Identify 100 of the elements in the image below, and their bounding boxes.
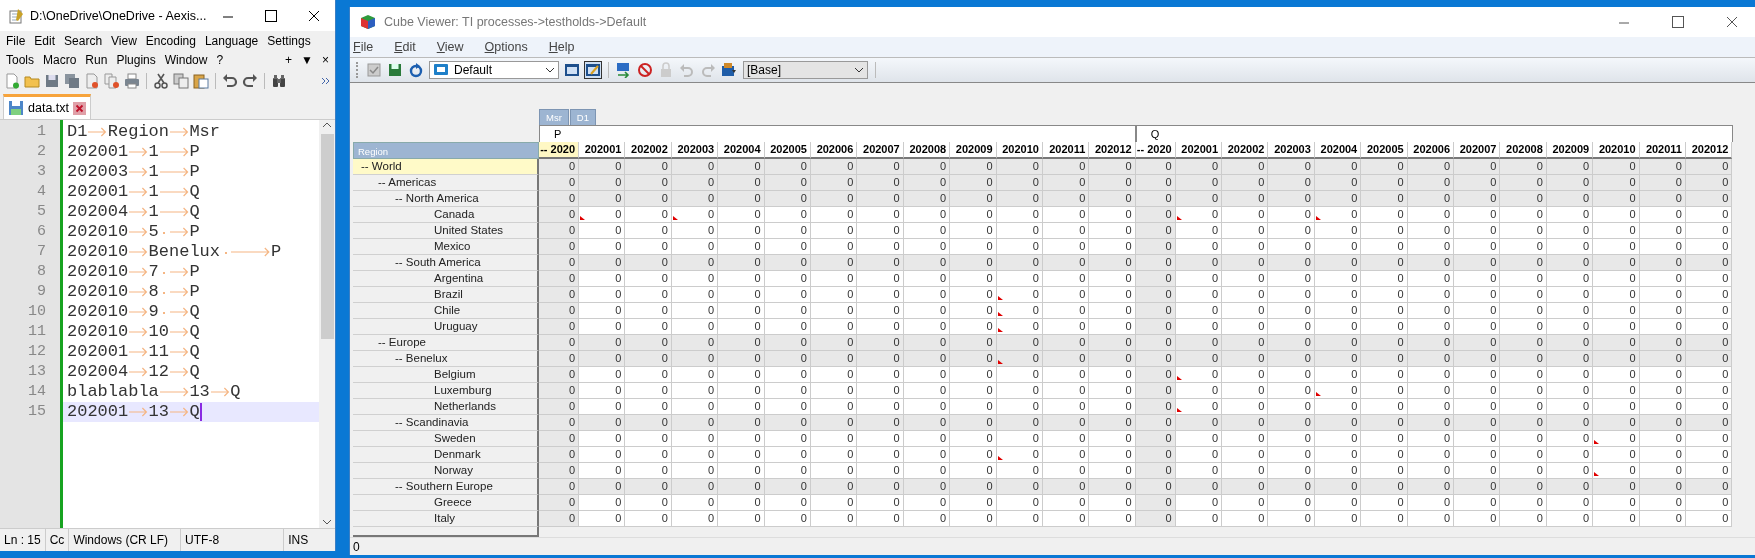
menu-item[interactable]: Encoding [145, 33, 196, 48]
maximize-icon[interactable] [263, 8, 278, 23]
menu-control[interactable]: + [285, 52, 293, 67]
row-header[interactable]: United States [353, 223, 539, 239]
column-header[interactable]: 202003 [1268, 142, 1315, 159]
row-header[interactable]: -- Benelux [353, 351, 539, 367]
new-file-icon[interactable] [4, 73, 20, 89]
column-header[interactable]: 202011 [1639, 142, 1686, 159]
row-header[interactable]: Brazil [353, 287, 539, 303]
scissors-icon[interactable] [153, 73, 169, 89]
row-header[interactable]: Argentina [353, 271, 539, 287]
menu-item[interactable]: Help [548, 40, 575, 54]
row-header[interactable]: Denmark [353, 447, 539, 463]
row-header[interactable]: -- North America [353, 191, 539, 207]
scrollbar[interactable] [319, 120, 335, 528]
column-header[interactable]: 202008 [903, 142, 951, 159]
menu-item[interactable]: Language [204, 33, 259, 48]
export-icon[interactable] [616, 62, 632, 78]
save-icon[interactable] [387, 62, 403, 78]
row-header[interactable]: -- Europe [353, 335, 539, 351]
row-header[interactable]: Italy [353, 511, 539, 527]
file-tab[interactable]: data.txt [3, 94, 91, 119]
table-cell: 0 [579, 495, 626, 511]
save-icon[interactable] [44, 73, 60, 89]
row-header[interactable]: Sweden [353, 431, 539, 447]
column-header[interactable]: 202008 [1500, 142, 1547, 159]
column-header[interactable]: -- 2020 [1135, 142, 1176, 159]
column-header[interactable]: 202006 [810, 142, 858, 159]
menu-item[interactable]: Tools [6, 52, 34, 67]
subset-dropdown[interactable]: [Base] [743, 61, 868, 79]
chevron-icon[interactable] [321, 76, 331, 86]
menu-item[interactable]: Options [484, 40, 528, 54]
row-header[interactable]: -- South America [353, 255, 539, 271]
binoculars-icon[interactable] [271, 73, 287, 89]
redo-icon[interactable] [242, 73, 258, 89]
tab-close-icon[interactable] [73, 101, 86, 115]
row-header[interactable]: Norway [353, 463, 539, 479]
menu-item[interactable]: File [6, 33, 26, 48]
cube-icon[interactable] [360, 14, 376, 30]
row-header[interactable]: -- Southern Europe [353, 479, 539, 495]
column-header[interactable]: 202003 [671, 142, 719, 159]
row-header[interactable]: -- Americas [353, 175, 539, 191]
menu-control[interactable]: × [322, 52, 329, 67]
row-header[interactable]: Mexico [353, 239, 539, 255]
menu-item[interactable]: View [111, 33, 137, 48]
menu-control[interactable]: ▼ [301, 52, 313, 67]
edit-view-icon[interactable] [585, 62, 601, 78]
column-header[interactable]: 202009 [950, 142, 997, 159]
menu-item[interactable]: Run [85, 52, 108, 67]
save-all-icon[interactable] [64, 73, 80, 89]
column-header[interactable]: 202011 [1042, 142, 1090, 159]
column-header[interactable]: 202012 [1089, 142, 1136, 159]
row-header[interactable]: Canada [353, 207, 539, 223]
maximize-icon[interactable] [1671, 15, 1685, 29]
menu-item[interactable]: Macro [43, 52, 77, 67]
row-header[interactable]: Netherlands [353, 399, 539, 415]
column-header[interactable]: 202005 [764, 142, 811, 159]
column-header[interactable]: 202004 [718, 142, 765, 159]
column-header[interactable]: 202005 [1361, 142, 1408, 159]
close-icon[interactable] [306, 8, 321, 23]
close-file-icon[interactable] [84, 73, 100, 89]
notepad-icon[interactable] [8, 7, 24, 24]
close-all-icon[interactable] [104, 73, 120, 89]
undo-icon[interactable] [222, 73, 238, 89]
column-header[interactable]: 202012 [1686, 142, 1733, 159]
row-header[interactable]: Greece [353, 495, 539, 511]
row-header[interactable]: Belgium [353, 367, 539, 383]
column-header[interactable]: -- 2020 [539, 142, 579, 159]
stop-icon[interactable] [637, 62, 653, 78]
column-header[interactable]: 202010 [996, 142, 1043, 159]
menu-item[interactable]: Window [164, 52, 208, 67]
checkbox-icon[interactable] [366, 62, 382, 78]
menu-item[interactable]: File [353, 40, 374, 54]
column-header[interactable]: 202007 [1454, 142, 1501, 159]
row-header[interactable]: Luxemburg [353, 383, 539, 399]
column-header[interactable]: 202004 [1314, 142, 1362, 159]
menu-item[interactable]: Search [64, 33, 103, 48]
row-header[interactable]: Chile [353, 303, 539, 319]
column-header[interactable]: 202007 [857, 142, 904, 159]
column-header[interactable]: 202001 [1175, 142, 1223, 159]
view-dropdown[interactable]: Default [429, 61, 559, 79]
column-header[interactable]: 202009 [1546, 142, 1594, 159]
menu-item[interactable]: Plugins [116, 52, 156, 67]
column-header[interactable]: 202002 [625, 142, 672, 159]
menu-item[interactable]: Edit [394, 40, 416, 54]
row-header[interactable]: -- Scandinavia [353, 415, 539, 431]
printer-icon[interactable] [124, 73, 140, 89]
row-header[interactable]: -- World [353, 159, 539, 175]
row-header[interactable]: Uruguay [353, 319, 539, 335]
column-header[interactable]: 202001 [579, 142, 626, 159]
menu-item[interactable]: Edit [34, 33, 56, 48]
column-header[interactable]: 202010 [1593, 142, 1640, 159]
close-icon[interactable] [1725, 15, 1739, 29]
menu-item[interactable]: Settings [267, 33, 311, 48]
paste-icon[interactable] [193, 73, 209, 89]
menu-item[interactable]: ? [216, 52, 224, 67]
column-header[interactable]: 202002 [1222, 142, 1269, 159]
refresh-icon[interactable] [408, 62, 424, 78]
menu-item[interactable]: View [436, 40, 464, 54]
column-header[interactable]: 202006 [1407, 142, 1455, 159]
